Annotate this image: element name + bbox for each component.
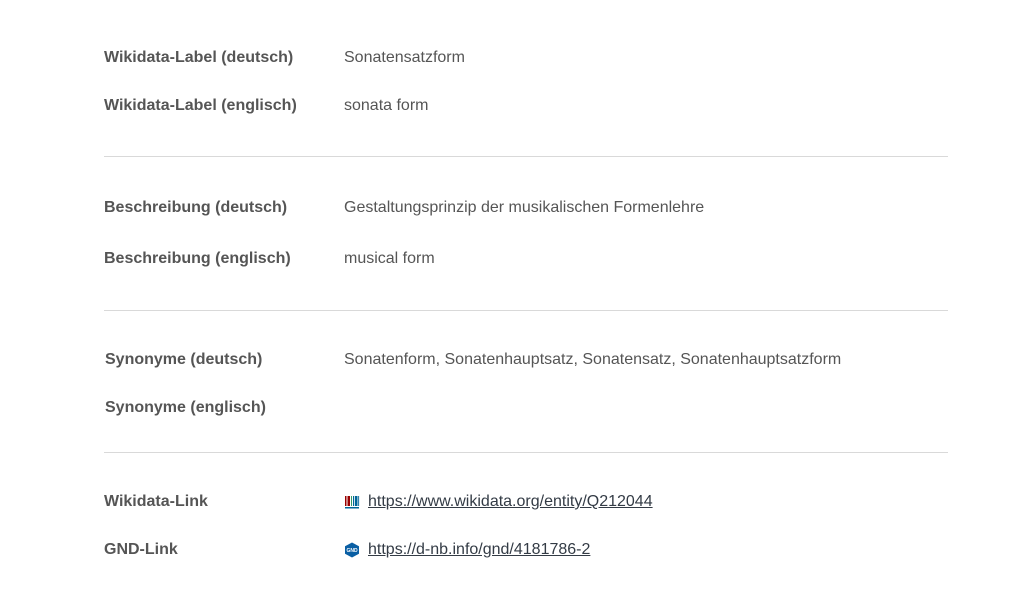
gnd-link-container: GND https://d-nb.info/gnd/4181786-2 [344, 538, 590, 562]
wikidata-label-de-value: Sonatensatzform [344, 49, 465, 66]
wikidata-link[interactable]: https://www.wikidata.org/entity/Q212044 [368, 490, 653, 514]
synonyms-de-label: Synonyme (deutsch) [105, 351, 263, 368]
wikidata-label-en-row: Wikidata-Label (englisch) sonata form [0, 94, 1014, 118]
synonyms-en-label: Synonyme (englisch) [105, 399, 266, 416]
gnd-link-row: GND-Link GND https://d-nb.info/gnd/41817… [0, 538, 1014, 562]
gnd-icon: GND [344, 542, 360, 558]
description-de-row: Beschreibung (deutsch) Gestaltungsprinzi… [0, 196, 1014, 220]
gnd-icon-text: GND [346, 548, 358, 554]
gnd-link-label: GND-Link [104, 541, 178, 558]
wikidata-icon [344, 494, 360, 510]
wikidata-label-en-value: sonata form [344, 97, 429, 114]
wikidata-label-de-label: Wikidata-Label (deutsch) [104, 49, 294, 66]
wikidata-link-label: Wikidata-Link [104, 493, 208, 510]
description-de-label: Beschreibung (deutsch) [104, 199, 288, 216]
description-de-value: Gestaltungsprinzip der musikalischen For… [344, 199, 705, 216]
gnd-link[interactable]: https://d-nb.info/gnd/4181786-2 [368, 538, 590, 562]
description-en-label: Beschreibung (englisch) [104, 250, 291, 267]
description-en-row: Beschreibung (englisch) musical form [0, 247, 1014, 271]
synonyms-de-row: Synonyme (deutsch) Sonatenform, Sonatenh… [0, 348, 1014, 372]
wikidata-label-de-row: Wikidata-Label (deutsch) Sonatensatzform [0, 46, 1014, 70]
wikidata-label-en-label: Wikidata-Label (englisch) [104, 97, 297, 114]
wikidata-link-container: https://www.wikidata.org/entity/Q212044 [344, 490, 653, 514]
divider [104, 310, 948, 311]
divider [104, 452, 948, 453]
description-en-value: musical form [344, 250, 435, 267]
wikidata-link-row: Wikidata-Link https://www.wikidata.org/e… [0, 490, 1014, 514]
synonyms-en-row: Synonyme (englisch) [0, 396, 1014, 420]
synonyms-de-value: Sonatenform, Sonatenhauptsatz, Sonatensa… [344, 351, 842, 368]
divider [104, 156, 948, 157]
